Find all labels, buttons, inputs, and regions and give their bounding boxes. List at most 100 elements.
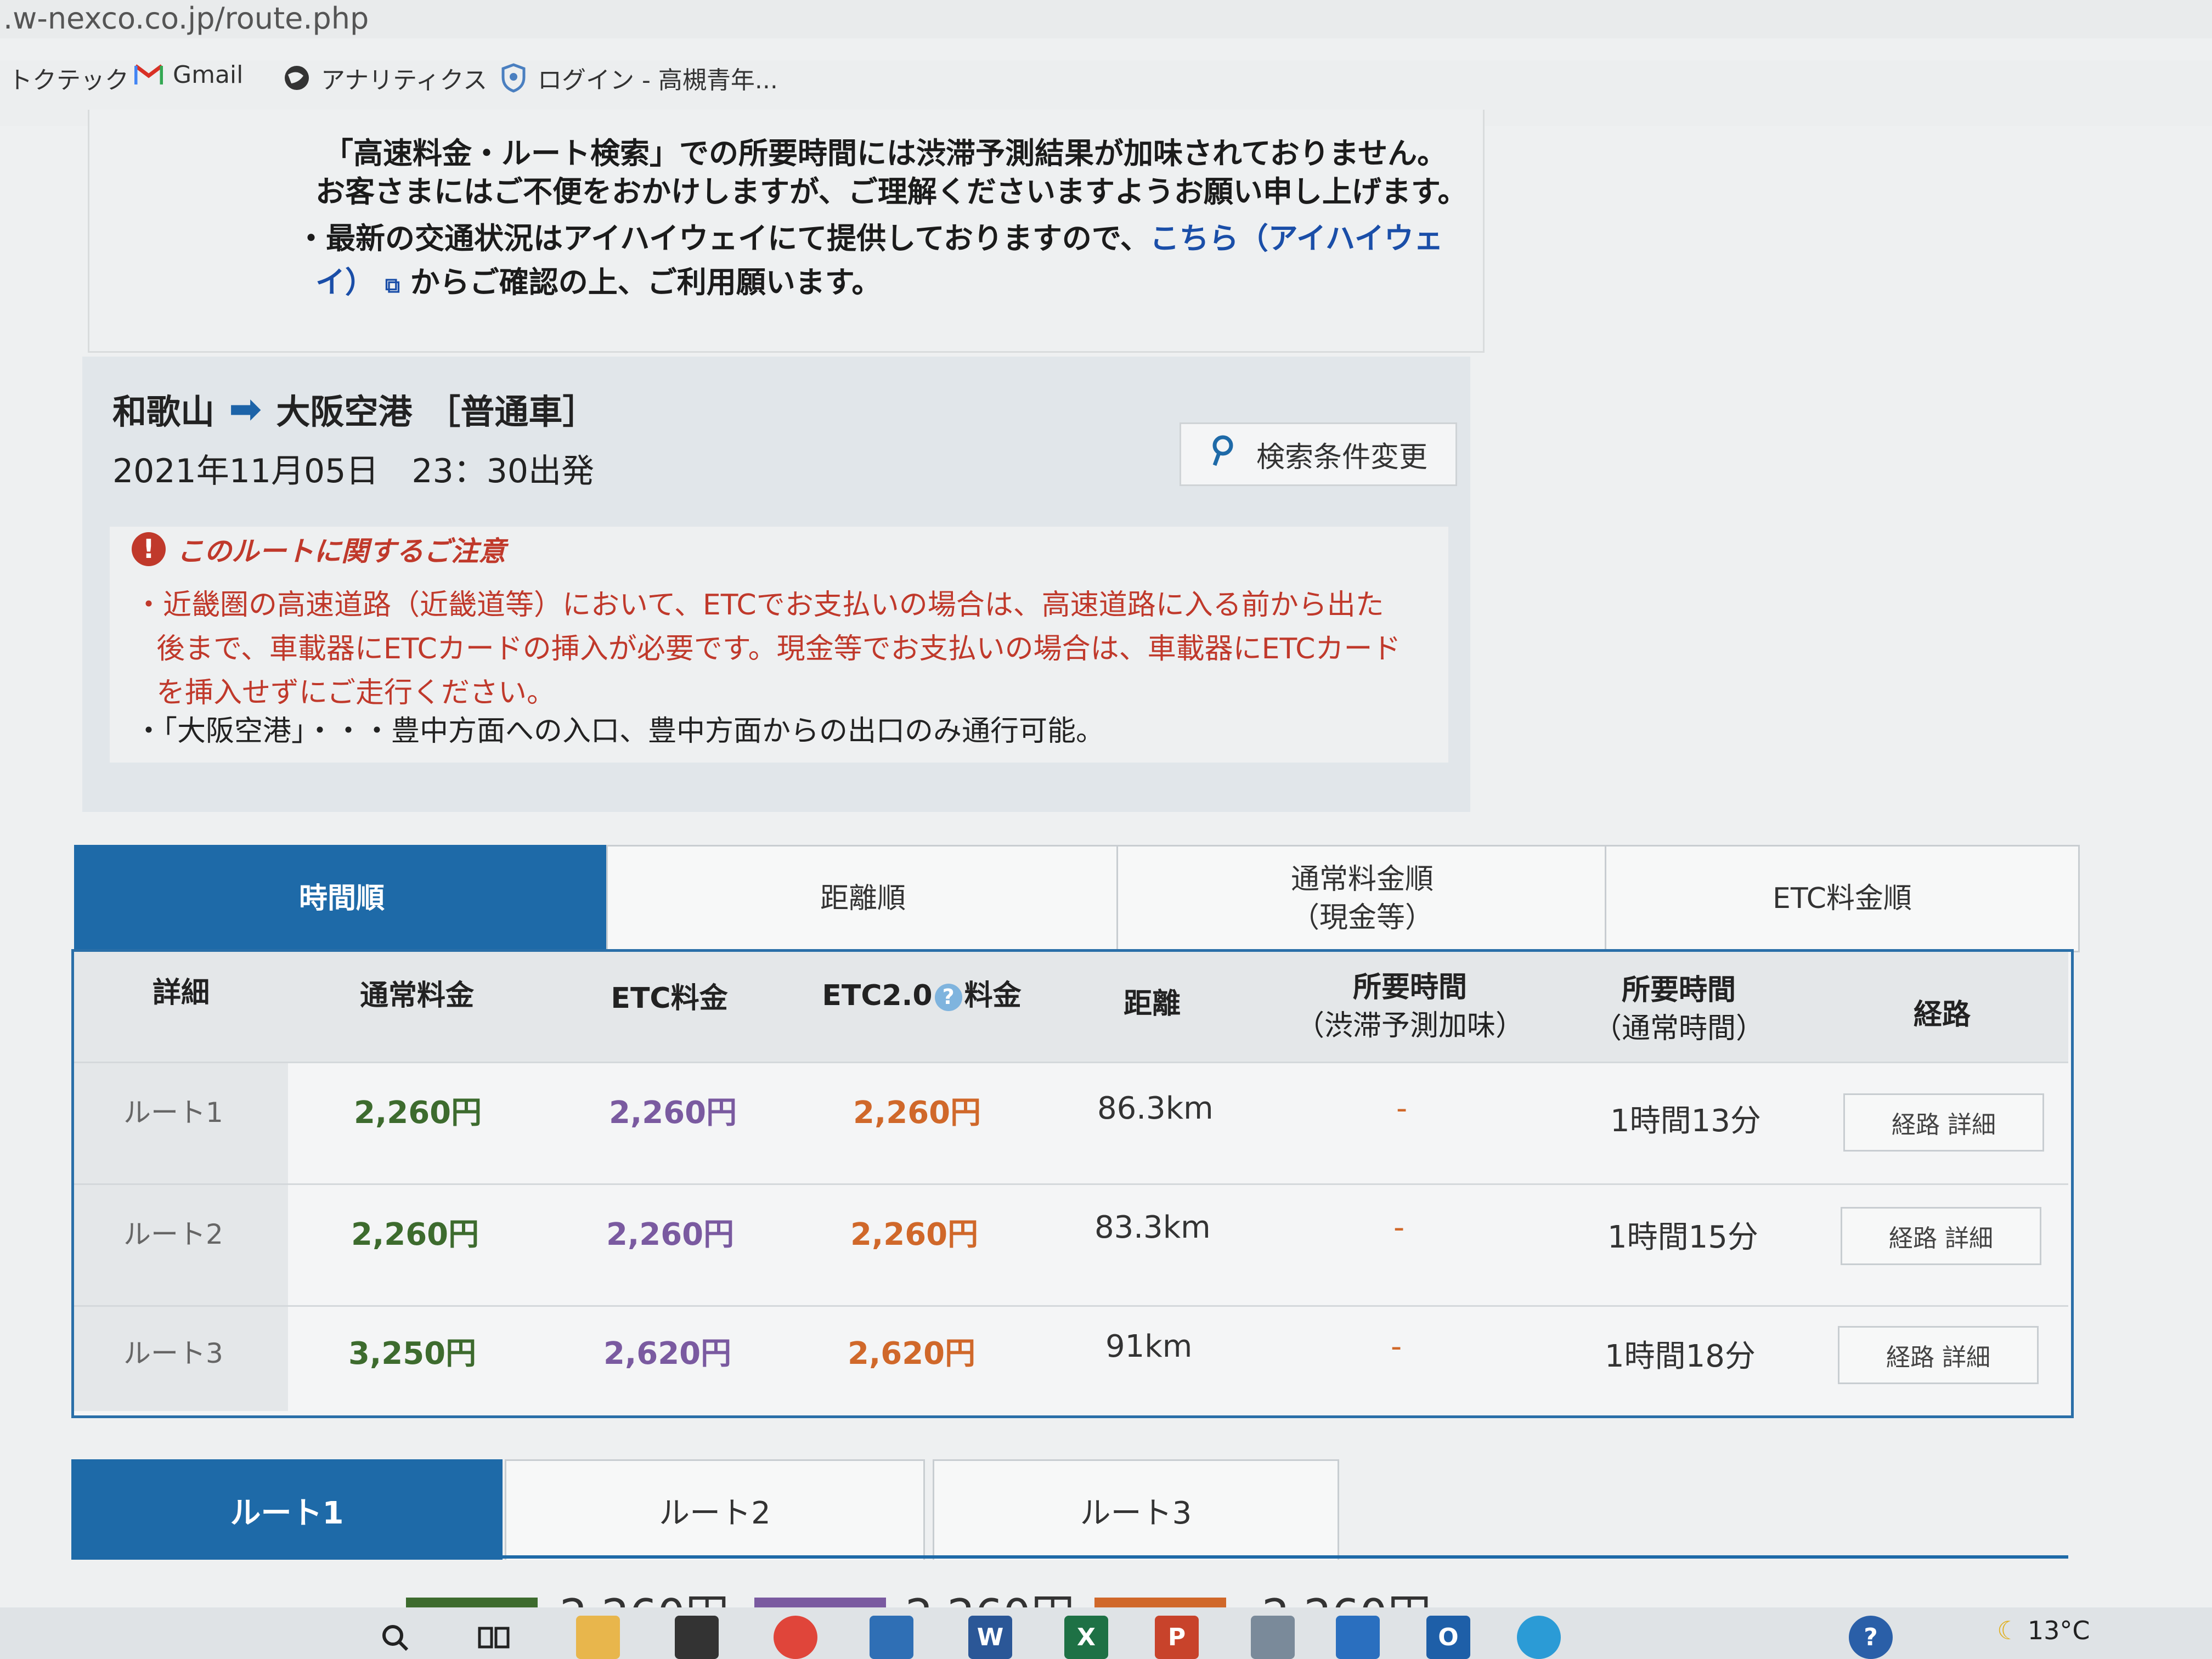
ihighway-link-cont[interactable]: イ）	[315, 265, 375, 300]
bookmark-gmail[interactable]: Gmail	[134, 60, 243, 89]
excel-icon[interactable]: X	[1064, 1616, 1108, 1659]
tab-sort-distance[interactable]: 距離順	[606, 845, 1120, 952]
route-from: 和歌山	[112, 392, 215, 432]
time-normal: 1時間15分	[1607, 1220, 1758, 1255]
tab-route-3[interactable]: ルート3	[933, 1459, 1339, 1560]
header-time-jam-main: 所要時間	[1352, 971, 1467, 1004]
header-etc2-text: 料金	[964, 979, 1022, 1012]
tab-label: ルート1	[230, 1495, 344, 1531]
header-distance: 距離	[1123, 988, 1181, 1020]
caution-line-3: を挿入せずにご走行ください。	[156, 676, 555, 709]
distance: 91km	[1105, 1329, 1193, 1364]
remote-icon[interactable]	[1336, 1616, 1380, 1659]
header-route: 経路	[1913, 998, 1971, 1031]
help-icon[interactable]: ?	[934, 984, 962, 1011]
outlook-icon[interactable]: O	[1426, 1616, 1470, 1659]
route-detail-button[interactable]: 経路 詳細	[1843, 1093, 2044, 1152]
external-link-icon: ⧉	[385, 273, 400, 297]
normal-fee: 2,260円	[351, 1217, 479, 1252]
normal-fee: 3,250円	[348, 1336, 477, 1372]
tab-sort-time[interactable]: 時間順	[74, 845, 610, 952]
search-icon	[1209, 435, 1237, 475]
table-row: ルート3 3,250円 2,620円 2,620円 91km - 1時間18分 …	[74, 1305, 2068, 1411]
search-icon[interactable]	[373, 1616, 417, 1659]
etc2-fee: 2,260円	[853, 1095, 981, 1131]
store-icon[interactable]	[675, 1616, 719, 1659]
tab-sort-etc-fee[interactable]: ETC料金順	[1605, 845, 2080, 952]
bookmark-analytics[interactable]: アナリティクス	[283, 60, 487, 95]
header-time-normal: 所要時間 （通常時間）	[1580, 971, 1778, 1048]
globe-icon	[283, 64, 311, 92]
bookmark-login[interactable]: ログイン - 高槻青年...	[499, 60, 778, 95]
help-icon[interactable]: ?	[1849, 1616, 1893, 1659]
header-detail: 詳細	[152, 977, 210, 1009]
time-jam: -	[1393, 1210, 1405, 1245]
gmail-icon	[134, 60, 163, 89]
address-bar[interactable]: .w-nexco.co.jp/route.php	[0, 0, 2212, 38]
caution-line-1: ・近畿圏の高速道路（近畿道等）において、ETCでお支払いの場合は、高速道路に入る…	[134, 589, 1384, 622]
header-etc-fee: ETC料金	[611, 982, 728, 1015]
route-heading: 和歌山 ➡ 大阪空港 ［普通車］	[112, 384, 596, 433]
route-label: ルート1	[123, 1097, 223, 1128]
header-etc2-fee: ETC2.0? 料金	[806, 977, 1037, 1015]
notice-line-3: ・最新の交通状況はアイハイウェイにて提供しておりますので、こちら（アイハイウェ	[296, 214, 1443, 257]
departure-datetime: 2021年11月05日 23：30出発	[112, 452, 595, 490]
time-normal: 1時間18分	[1605, 1339, 1756, 1374]
route-detail-button[interactable]: 経路 詳細	[1838, 1326, 2039, 1384]
bookmark-label: Gmail	[173, 60, 244, 89]
temperature-text: 13°C	[2027, 1616, 2090, 1645]
shield-icon	[499, 63, 528, 93]
time-jam: -	[1391, 1329, 1402, 1364]
caution-title-text: このルートに関するご注意	[177, 535, 506, 567]
file-explorer-icon[interactable]	[576, 1616, 620, 1659]
tab-label: 通常料金順	[1290, 862, 1434, 896]
notice-line-1: 「高速料金・ルート検索」での所要時間には渋滞予測結果が加味されておりません。	[324, 136, 1447, 171]
task-view-icon[interactable]	[472, 1616, 516, 1659]
time-normal: 1時間13分	[1610, 1103, 1761, 1139]
edge-icon[interactable]	[1517, 1616, 1561, 1659]
etc2-fee: 2,260円	[850, 1217, 979, 1252]
normal-fee: 2,260円	[354, 1095, 482, 1131]
route-tabs-underline	[71, 1555, 2068, 1559]
exclamation-icon: !	[132, 532, 166, 566]
mail-icon[interactable]	[870, 1616, 913, 1659]
powerpoint-icon[interactable]: P	[1155, 1616, 1199, 1659]
tab-sublabel: （現金等）	[1290, 901, 1434, 934]
bookmark-label: トクテック	[8, 66, 129, 94]
notice-line-2: お客さまにはご不便をおかけしますが、ご理解くださいますようお願い申し上げます。	[315, 174, 1468, 209]
notice-text: からご確認の上、ご利用願います。	[410, 265, 882, 300]
etc2-fee: 2,620円	[848, 1336, 976, 1372]
bookmark-label: アナリティクス	[321, 66, 488, 94]
tab-route-2[interactable]: ルート2	[505, 1459, 925, 1560]
header-time-normal-sub: （通常時間）	[1593, 1012, 1764, 1046]
route-label: ルート3	[123, 1338, 223, 1369]
tab-label: ETC料金順	[1773, 882, 1912, 915]
notice-text: ・最新の交通状況はアイハイウェイにて提供しておりますので、	[296, 221, 1150, 256]
tab-route-1[interactable]: ルート1	[71, 1459, 503, 1560]
table-row: ルート1 2,260円 2,260円 2,260円 86.3km - 1時間13…	[74, 1062, 2068, 1185]
route-detail-button[interactable]: 経路 詳細	[1841, 1207, 2041, 1265]
bookmark-toktec[interactable]: トクテック	[8, 60, 129, 95]
route-to: 大阪空港	[276, 392, 413, 432]
distance: 86.3km	[1097, 1091, 1214, 1126]
table-row: ルート2 2,260円 2,260円 2,260円 83.3km - 1時間15…	[74, 1183, 2068, 1307]
word-icon[interactable]: W	[968, 1616, 1012, 1659]
tab-sort-normal-fee[interactable]: 通常料金順 （現金等）	[1116, 845, 1608, 952]
url-text[interactable]: .w-nexco.co.jp/route.php	[3, 1, 369, 36]
vehicle-type: ［普通車］	[426, 392, 597, 432]
tab-label: 時間順	[298, 882, 385, 915]
change-search-button[interactable]: 検索条件変更	[1180, 422, 1457, 486]
caution-line-2: 後まで、車載器にETCカードの挿入が必要です。現金等でお支払いの場合は、車載器に…	[156, 633, 1401, 665]
tab-label: ルート3	[1080, 1495, 1192, 1531]
moon-icon: ☾	[1997, 1616, 2020, 1645]
weather-temperature[interactable]: ☾ 13°C	[1997, 1616, 2090, 1645]
pen-icon[interactable]	[1251, 1616, 1295, 1659]
ihighway-link[interactable]: こちら（アイハイウェ	[1150, 221, 1443, 256]
header-time-jam: 所要時間 （渋滞予測加味）	[1295, 968, 1525, 1045]
caution-line-4: ・「大阪空港」・・・豊中方面への入口、豊中方面からの出口のみ通行可能。	[134, 715, 1105, 748]
header-etc2-text: ETC2.0	[822, 979, 933, 1012]
chrome-icon[interactable]	[774, 1616, 817, 1659]
etc-fee: 2,260円	[606, 1217, 735, 1252]
distance: 83.3km	[1094, 1210, 1211, 1245]
etc-fee: 2,620円	[603, 1336, 732, 1372]
